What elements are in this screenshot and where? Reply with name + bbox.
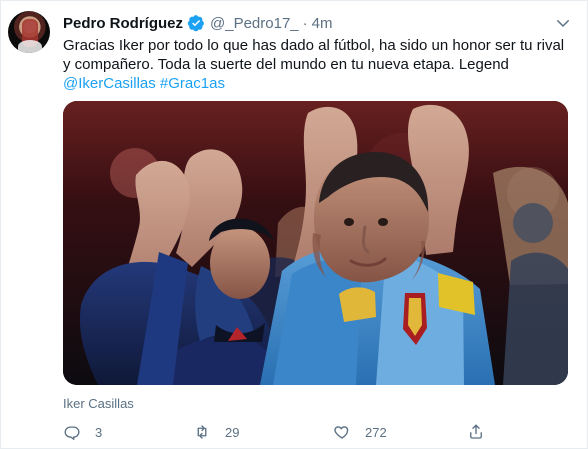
verified-badge-icon <box>187 14 205 32</box>
reply-icon <box>63 423 81 441</box>
share-button[interactable] <box>467 421 485 443</box>
time-separator: · <box>302 14 308 32</box>
mention-link[interactable]: @IkerCasillas <box>63 75 156 92</box>
tweet-header: Pedro Rodríguez @_Pedro17_ · 4m <box>63 13 332 33</box>
heart-icon <box>333 423 351 441</box>
like-button[interactable]: 272 <box>333 421 387 443</box>
avatar[interactable] <box>8 11 50 53</box>
retweet-count: 29 <box>225 424 240 440</box>
tweet-time[interactable]: 4m <box>312 15 333 32</box>
author-name[interactable]: Pedro Rodríguez <box>63 15 183 32</box>
tweet-text: Gracias Iker por todo lo que has dado al… <box>63 36 578 93</box>
chevron-down-icon[interactable] <box>554 14 572 32</box>
media-caption[interactable]: Iker Casillas <box>63 396 134 411</box>
retweet-icon <box>193 423 211 441</box>
share-icon <box>467 423 485 441</box>
tweet-actions: 3 29 272 <box>63 421 523 443</box>
retweet-button[interactable]: 29 <box>193 421 245 443</box>
like-count: 272 <box>365 424 387 440</box>
tweet-text-line-2: y compañero. Toda la suerte del mundo en… <box>63 56 509 73</box>
author-handle[interactable]: @_Pedro17_ <box>210 15 299 32</box>
reply-count: 3 <box>95 424 103 440</box>
hashtag-link[interactable]: #Grac1as <box>160 75 225 92</box>
reply-button[interactable]: 3 <box>63 421 115 443</box>
tweet-text-line-1: Gracias Iker por todo lo que has dado al… <box>63 37 565 54</box>
tweet-image[interactable] <box>63 101 568 385</box>
